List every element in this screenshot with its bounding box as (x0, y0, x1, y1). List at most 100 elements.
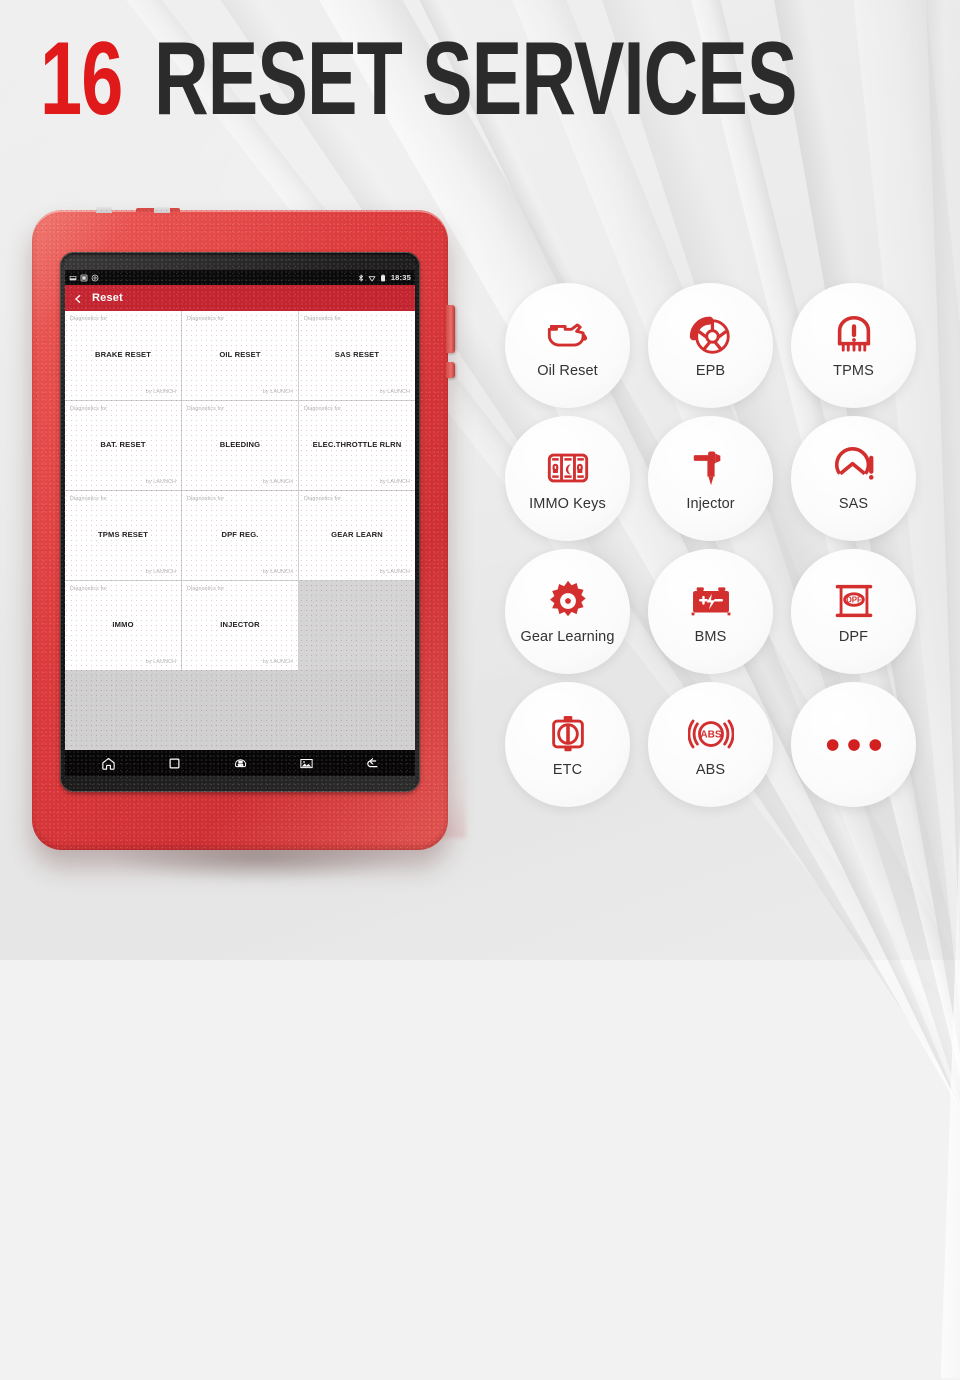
cell-subtitle: Diagnostics for (187, 316, 225, 322)
bluetooth-icon (357, 274, 365, 282)
feature-label: DPF (838, 629, 869, 645)
tire-pressure-icon (831, 312, 877, 358)
cell-subtitle: Diagnostics for (187, 406, 225, 412)
chevron-left-icon[interactable] (73, 291, 83, 305)
reset-service-cell[interactable]: Diagnostics for BAT. RESET by LAUNCH (65, 401, 181, 490)
back-arrow-icon[interactable] (365, 756, 380, 771)
cell-title: SAS RESET (334, 350, 380, 360)
cell-subtitle: Diagnostics for (187, 496, 225, 502)
battery-bms-icon (688, 578, 734, 624)
android-status-bar: 18:35 (65, 270, 415, 285)
battery-icon (379, 274, 387, 282)
feature-label: Oil Reset (537, 363, 598, 379)
status-bar-left-icons (69, 274, 99, 282)
feature-label: Injector (686, 496, 735, 512)
tablet-screen: 18:35 Reset Diagnostics for BRAKE RESET by… (65, 270, 415, 776)
feature-icons-grid: Oil Reset EPB TPMS IMMO Keys Injector SAS Gear… (505, 283, 916, 807)
cell-vendor: by LAUNCH (145, 479, 176, 485)
feature-tpms[interactable]: TPMS (791, 283, 916, 408)
status-bar-clock: 18:35 (390, 273, 411, 282)
page-title: 16 RESET SERVICES (40, 26, 901, 130)
screenshot-image-icon[interactable] (299, 756, 314, 771)
feature-abs[interactable]: ABS ABS (648, 682, 773, 807)
feature-label: IMMO Keys (529, 496, 606, 512)
reset-service-cell[interactable]: Diagnostics for INJECTOR by LAUNCH (182, 581, 298, 670)
abs-icon: ABS (687, 711, 734, 757)
app-title: Reset (92, 292, 123, 304)
svg-text:DPF: DPF (846, 595, 862, 604)
feature-bms[interactable]: BMS (648, 549, 773, 674)
injector-icon (688, 445, 734, 491)
feature-label: Gear Learning (520, 629, 615, 645)
cell-subtitle: Diagnostics for (304, 316, 342, 322)
feature-gear-learning[interactable]: Gear Learning (505, 549, 630, 674)
cell-title: BRAKE RESET (94, 350, 152, 360)
cell-vendor: by LAUNCH (379, 569, 410, 575)
reset-grid-empty-cell (299, 581, 415, 670)
cell-title: INJECTOR (220, 620, 260, 630)
home-icon[interactable] (101, 756, 116, 771)
reset-service-cell[interactable]: Diagnostics for BRAKE RESET by LAUNCH (65, 311, 181, 400)
cell-vendor: by LAUNCH (262, 479, 293, 485)
reset-service-cell[interactable]: Diagnostics for DPF REG. by LAUNCH (182, 491, 298, 580)
reset-service-cell[interactable]: Diagnostics for BLEEDING by LAUNCH (182, 401, 298, 490)
cell-subtitle: Diagnostics for (304, 406, 342, 412)
feature-dpf[interactable]: DPF DPF (791, 549, 916, 674)
dpf-filter-icon: DPF (831, 578, 877, 624)
cell-title: TPMS RESET (97, 530, 149, 540)
volume-button[interactable] (446, 305, 455, 353)
feature-label: SAS (838, 496, 869, 512)
reset-service-cell[interactable]: Diagnostics for GEAR LEARN by LAUNCH (299, 491, 415, 580)
settings-icon (91, 274, 99, 282)
feature-sas[interactable]: SAS (791, 416, 916, 541)
android-nav-bar: VCI (65, 750, 415, 776)
cell-title: GEAR LEARN (331, 530, 383, 540)
cell-title: ELEC.THROTTLE RLRN (312, 440, 402, 450)
feature-immo-keys[interactable]: IMMO Keys (505, 416, 630, 541)
cell-vendor: by LAUNCH (262, 389, 293, 395)
throttle-body-icon (545, 711, 591, 757)
cell-subtitle: Diagnostics for (70, 496, 108, 502)
gear-icon (545, 578, 591, 624)
headline-text: RESET SERVICES (153, 19, 798, 137)
cell-subtitle: Diagnostics for (70, 316, 108, 322)
cell-vendor: by LAUNCH (145, 659, 176, 665)
feature-injector[interactable]: Injector (648, 416, 773, 541)
cell-subtitle: Diagnostics for (304, 496, 342, 502)
feature-oil-reset[interactable]: Oil Reset (505, 283, 630, 408)
cell-title: DPF REG. (221, 530, 259, 540)
feature-label: BMS (694, 629, 727, 645)
cell-subtitle: Diagnostics for (187, 586, 225, 592)
vci-connector-icon[interactable]: VCI (233, 756, 248, 771)
sdcard-icon (69, 274, 77, 282)
power-button[interactable] (446, 362, 455, 378)
cell-title: OIL RESET (219, 350, 261, 360)
headline-number: 16 (40, 19, 123, 137)
wifi-icon (368, 274, 376, 282)
cell-vendor: by LAUNCH (262, 569, 293, 575)
reset-service-cell[interactable]: Diagnostics for SAS RESET by LAUNCH (299, 311, 415, 400)
oil-can-icon (545, 312, 591, 358)
tablet-case: 18:35 Reset Diagnostics for BRAKE RESET by… (32, 207, 455, 850)
feature-epb[interactable]: EPB (648, 283, 773, 408)
cell-vendor: by LAUNCH (145, 569, 176, 575)
cell-title: BAT. RESET (100, 440, 146, 450)
tablet-device: 18:35 Reset Diagnostics for BRAKE RESET by… (32, 207, 468, 892)
svg-text:VCI: VCI (238, 763, 243, 767)
tablet-top-notch-left (96, 207, 112, 213)
feature-label: ETC (552, 762, 583, 778)
reset-service-cell[interactable]: Diagnostics for OIL RESET by LAUNCH (182, 311, 298, 400)
immo-keys-icon (545, 445, 591, 491)
status-bar-right-icons: 18:35 (357, 273, 411, 282)
app-header: Reset (65, 285, 415, 311)
cell-title: BLEEDING (219, 440, 261, 450)
reset-service-cell[interactable]: Diagnostics for ELEC.THROTTLE RLRN by LAUN… (299, 401, 415, 490)
more-dots-icon (823, 735, 885, 755)
feature-etc[interactable]: ETC (505, 682, 630, 807)
steering-angle-icon (831, 445, 877, 491)
recents-square-icon[interactable] (167, 756, 182, 771)
reset-service-cell[interactable]: Diagnostics for TPMS RESET by LAUNCH (65, 491, 181, 580)
feature-more[interactable] (791, 682, 916, 807)
reset-service-cell[interactable]: Diagnostics for IMMO by LAUNCH (65, 581, 181, 670)
cell-title: IMMO (112, 620, 134, 630)
